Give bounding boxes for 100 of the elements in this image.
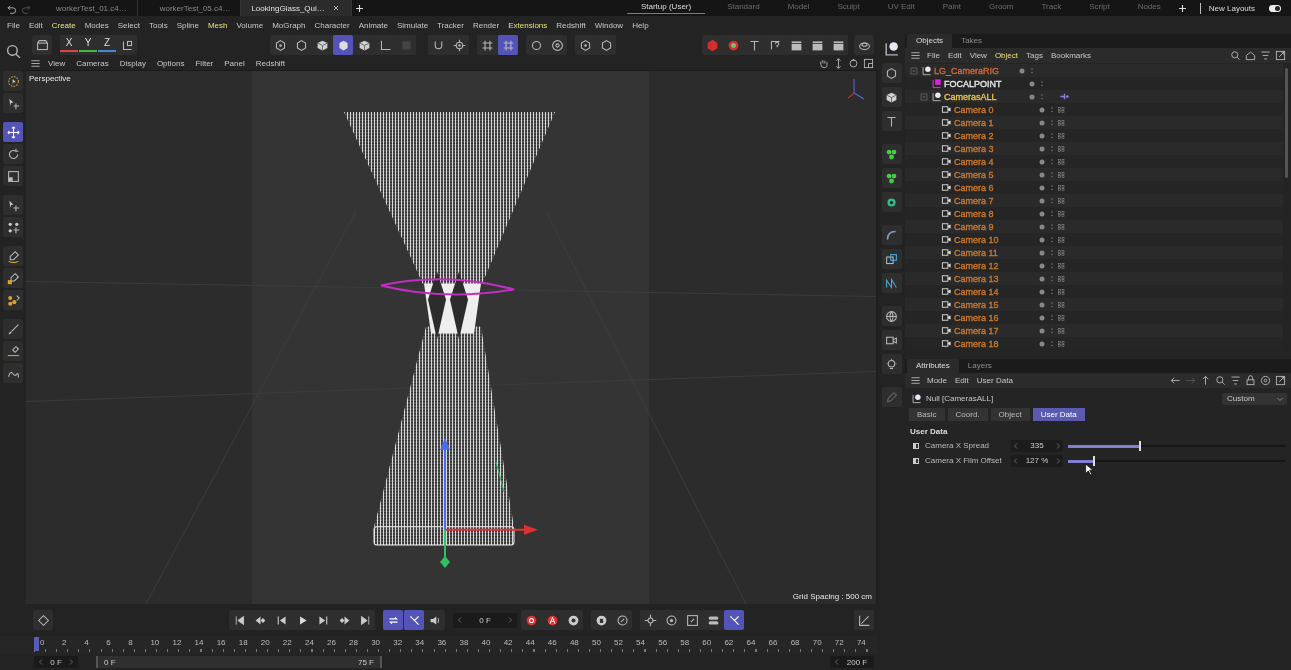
- document-tab[interactable]: LookingGlass_Qui…: [241, 0, 352, 16]
- panel-menu-item[interactable]: Edit: [943, 51, 966, 60]
- panel-tab[interactable]: Objects: [907, 34, 953, 48]
- viewport-menu-item[interactable]: Filter: [190, 58, 220, 68]
- attribute-tab[interactable]: User Data: [1032, 408, 1085, 421]
- panel-menu-item[interactable]: File: [923, 51, 944, 60]
- menu-item[interactable]: Edit: [24, 20, 48, 30]
- panel-menu-item[interactable]: User Data: [972, 376, 1017, 385]
- viewport-menu-item[interactable]: Cameras: [71, 58, 115, 68]
- object-name[interactable]: Camera 6: [954, 182, 994, 193]
- viewport-menu-item[interactable]: Options: [151, 58, 191, 68]
- layout-tab[interactable]: Track: [1027, 2, 1076, 14]
- menu-item[interactable]: Render: [468, 20, 505, 30]
- object-name[interactable]: Camera 14: [954, 286, 999, 297]
- frame-number: 44: [525, 638, 535, 647]
- menu-item[interactable]: Animate: [354, 20, 393, 30]
- object-name[interactable]: Camera 15: [954, 299, 999, 310]
- frame-number: 8: [128, 638, 133, 647]
- menu-item[interactable]: Help: [628, 20, 654, 30]
- panel-menu-item[interactable]: Mode: [923, 376, 951, 385]
- viewport-menu-item[interactable]: Display: [114, 58, 152, 68]
- end-frame-field[interactable]: 200 F: [830, 656, 874, 668]
- layout-tab[interactable]: UV Edit: [873, 2, 929, 14]
- attribute-tab[interactable]: Coord.: [947, 408, 988, 421]
- object-name[interactable]: Camera 7: [954, 195, 994, 206]
- menu-item[interactable]: Modes: [80, 20, 114, 30]
- menu-item[interactable]: Extensions: [504, 20, 553, 30]
- section-heading: User Data: [909, 426, 949, 438]
- layout-tab[interactable]: Sculpt: [823, 2, 874, 14]
- layout-tab[interactable]: Standard: [713, 2, 774, 14]
- object-name[interactable]: Camera 8: [954, 208, 994, 219]
- object-name[interactable]: Camera 12: [954, 260, 999, 271]
- frame-number: 60: [702, 638, 712, 647]
- range-bar[interactable]: 0 F 75 F: [96, 656, 382, 668]
- layout-tab[interactable]: Script: [1075, 2, 1124, 14]
- number-field[interactable]: 335: [1011, 439, 1063, 452]
- panel-menu-item[interactable]: View: [965, 51, 991, 60]
- frame-number: 38: [459, 638, 469, 647]
- frame-number: 32: [393, 638, 403, 647]
- layout-tab[interactable]: Paint: [928, 2, 975, 14]
- axis-button[interactable]: Z: [98, 35, 116, 52]
- menu-item[interactable]: Window: [590, 20, 629, 30]
- object-name[interactable]: Camera 1: [954, 117, 994, 128]
- menu-item[interactable]: Mesh: [203, 20, 233, 30]
- menu-item[interactable]: Simulate: [393, 20, 434, 30]
- axis-button[interactable]: Y: [79, 35, 97, 52]
- start-frame-field[interactable]: 0 F: [34, 656, 78, 668]
- menu-item[interactable]: Tools: [144, 20, 173, 30]
- object-name[interactable]: Camera 5: [954, 169, 994, 180]
- frame-number: 26: [327, 638, 336, 647]
- layout-tab[interactable]: Model: [773, 2, 824, 14]
- axis-button[interactable]: X: [60, 35, 78, 52]
- current-frame-field[interactable]: 0 F: [453, 612, 517, 628]
- frame-number: 30: [371, 638, 381, 647]
- layout-tab[interactable]: Nodes: [1123, 2, 1175, 14]
- panel-menu-item[interactable]: Bookmarks: [1046, 51, 1095, 60]
- viewport-menu-item[interactable]: Panel: [219, 58, 251, 68]
- object-name[interactable]: Camera 0: [954, 104, 994, 115]
- menu-item[interactable]: MoGraph: [268, 20, 311, 30]
- panel-menu-item[interactable]: Edit: [951, 376, 973, 385]
- menu-item[interactable]: Volume: [232, 20, 269, 30]
- object-name[interactable]: CamerasALL: [944, 91, 997, 102]
- frame-number: 22: [282, 638, 292, 647]
- frame-number: 12: [172, 638, 182, 647]
- menu-item[interactable]: Character: [310, 20, 355, 30]
- viewport-menu-item[interactable]: View: [43, 58, 72, 68]
- preset-dropdown[interactable]: Custom: [1222, 392, 1287, 405]
- layout-tab[interactable]: Startup (User): [626, 2, 706, 14]
- object-name[interactable]: Camera 10: [954, 234, 999, 245]
- number-field[interactable]: 127 %: [1011, 454, 1063, 467]
- frame-number: 68: [790, 638, 800, 647]
- object-name[interactable]: Camera 4: [954, 156, 994, 167]
- panel-tab[interactable]: Takes: [952, 34, 992, 48]
- menu-item[interactable]: Tracker: [433, 20, 469, 30]
- panel-tab[interactable]: Layers: [958, 359, 1001, 373]
- attribute-tab[interactable]: Basic: [909, 408, 945, 421]
- menu-item[interactable]: Select: [113, 20, 145, 30]
- object-name[interactable]: Camera 17: [954, 325, 999, 336]
- attribute-tab[interactable]: Object: [990, 408, 1030, 421]
- viewport-menu-item[interactable]: Redshift: [250, 58, 292, 68]
- frame-number: 62: [724, 638, 734, 647]
- object-name[interactable]: Camera 16: [954, 312, 999, 323]
- object-name[interactable]: Camera 18: [954, 338, 999, 349]
- object-name[interactable]: FOCALPOINT: [944, 78, 1002, 89]
- menu-item[interactable]: Create: [47, 20, 81, 30]
- object-name[interactable]: Camera 3: [954, 143, 994, 154]
- object-name[interactable]: Camera 13: [954, 273, 999, 284]
- object-name[interactable]: Camera 11: [954, 247, 998, 258]
- object-name[interactable]: LG_CameraRIG: [934, 65, 1000, 76]
- menu-item[interactable]: Spline: [172, 20, 204, 30]
- panel-menu-item[interactable]: Object: [990, 51, 1022, 60]
- object-name[interactable]: Camera 9: [954, 221, 994, 232]
- menu-item[interactable]: Redshift: [552, 20, 591, 30]
- frame-number: 70: [812, 638, 822, 647]
- panel-menu-item[interactable]: Tags: [1022, 51, 1047, 60]
- panel-tab[interactable]: Attributes: [907, 359, 959, 373]
- menu-item[interactable]: File: [3, 20, 25, 30]
- object-name[interactable]: Camera 2: [954, 130, 994, 141]
- frame-number: 54: [636, 638, 645, 647]
- layout-tab[interactable]: Groom: [975, 2, 1028, 14]
